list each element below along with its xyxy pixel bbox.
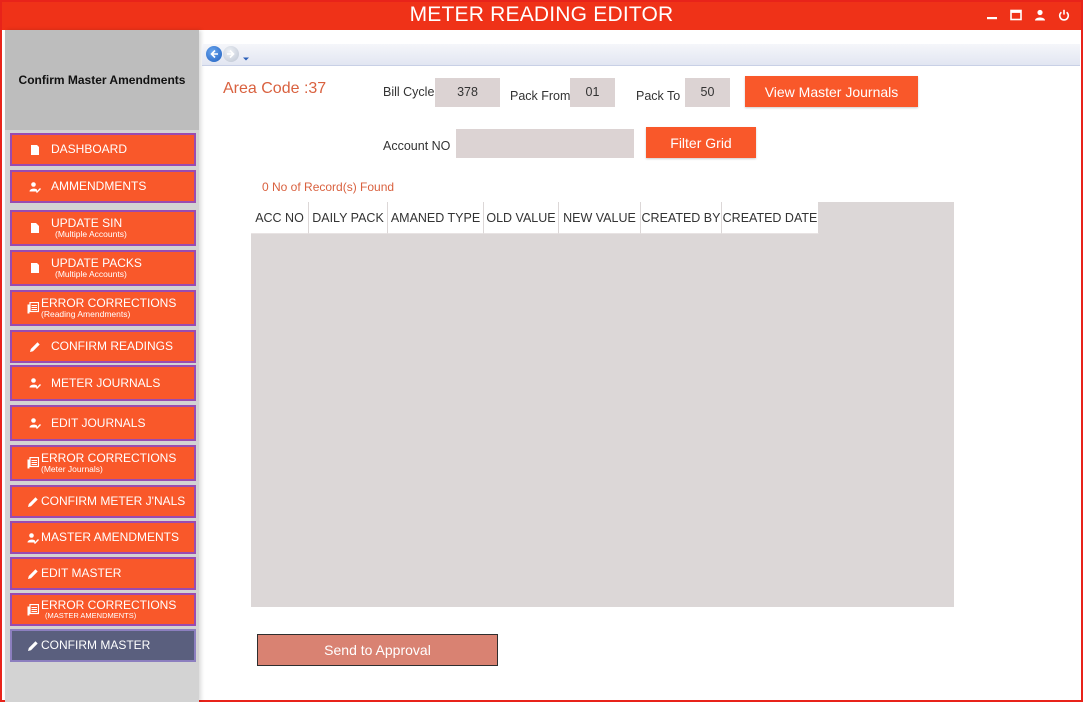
bill-cycle-label: Bill Cycle xyxy=(383,85,435,99)
sidebar-item-dashboard[interactable]: DASHBOARD xyxy=(10,133,196,166)
area-code-label: Area Code :37 xyxy=(223,80,327,97)
record-count: 0 No of Record(s) Found xyxy=(262,180,395,194)
maximize-icon[interactable] xyxy=(1009,8,1023,22)
history-dropdown[interactable] xyxy=(242,50,250,61)
sidebar-item-sublabel: (Multiple Accounts) xyxy=(55,268,127,279)
column-header-old-value[interactable]: OLD VALUE xyxy=(484,202,559,234)
sidebar-title: Confirm Master Amendments xyxy=(18,73,186,87)
column-header-created-date[interactable]: CREATED DATE xyxy=(722,202,819,234)
sidebar-item-update-sin[interactable]: UPDATE SIN (Multiple Accounts) xyxy=(10,210,196,246)
pencil-icon xyxy=(26,495,39,508)
sidebar-item-confirm-meter-journals[interactable]: CONFIRM METER J'NALS xyxy=(10,485,196,518)
file-icon xyxy=(28,222,41,235)
document-icon xyxy=(28,143,41,156)
pack-to-label: Pack To xyxy=(636,89,681,103)
sidebar-item-ammendments[interactable]: AMMENDMENTS xyxy=(10,170,196,203)
document-icon xyxy=(28,262,41,275)
forward-button[interactable] xyxy=(223,46,239,62)
minimize-icon[interactable] xyxy=(985,8,999,22)
sidebar-item-sublabel: (Multiple Accounts) xyxy=(55,228,127,239)
back-button[interactable] xyxy=(206,46,222,62)
sidebar-item-label: AMMENDMENTS xyxy=(51,179,147,194)
send-to-approval-button[interactable]: Send to Approval xyxy=(257,634,498,666)
column-header-amaned-type[interactable]: AMANED TYPE xyxy=(388,202,484,234)
arrow-right-icon xyxy=(227,49,235,59)
bill-cycle-field[interactable] xyxy=(435,78,500,107)
sidebar-item-meter-journals[interactable]: METER JOURNALS xyxy=(10,365,196,401)
sidebar-item-label: EDIT MASTER xyxy=(41,566,122,581)
view-master-journals-button[interactable]: View Master Journals xyxy=(745,76,918,107)
user-edit-icon xyxy=(28,377,41,390)
filter-grid-button[interactable]: Filter Grid xyxy=(646,127,756,158)
column-header-acc-no[interactable]: ACC NO xyxy=(251,202,309,234)
sidebar-item-confirm-readings[interactable]: CONFIRM READINGS xyxy=(10,330,196,363)
user-edit-icon xyxy=(28,180,41,193)
chevron-down-icon xyxy=(243,57,249,61)
sidebar: Confirm Master Amendments DASHBOARD AMME… xyxy=(5,30,199,702)
sidebar-item-label: CONFIRM READINGS xyxy=(51,339,174,354)
pack-from-label: Pack From xyxy=(510,89,571,103)
navigation-bar xyxy=(202,44,1080,66)
pack-from-field[interactable] xyxy=(570,78,615,107)
sidebar-item-label: ERROR CORRECTIONS xyxy=(41,296,177,311)
sidebar-header: Confirm Master Amendments xyxy=(5,30,199,130)
sidebar-item-error-corrections-journals[interactable]: ERROR CORRECTIONS (Meter Journals) xyxy=(10,445,196,481)
arrow-left-icon xyxy=(210,49,218,59)
sidebar-item-label: ERROR CORRECTIONS xyxy=(41,451,177,466)
account-no-field[interactable] xyxy=(456,129,634,158)
sidebar-item-confirm-master[interactable]: CONFIRM MASTER xyxy=(10,629,196,662)
power-icon[interactable] xyxy=(1057,8,1071,22)
user-edit-icon xyxy=(26,531,39,544)
user-edit-icon xyxy=(28,417,41,430)
account-no-label: Account NO xyxy=(383,139,451,153)
window-title: METER READING EDITOR xyxy=(409,3,674,26)
column-header-created-by[interactable]: CREATED BY xyxy=(641,202,722,234)
user-icon[interactable] xyxy=(1033,8,1047,22)
sidebar-item-update-packs[interactable]: UPDATE PACKS (Multiple Accounts) xyxy=(10,250,196,286)
sidebar-item-label: METER JOURNALS xyxy=(51,375,161,390)
main-content: Area Code :37 Bill Cycle Pack From Pack … xyxy=(202,42,1080,702)
sidebar-item-label: UPDATE SIN xyxy=(51,216,123,231)
sidebar-item-edit-master[interactable]: EDIT MASTER xyxy=(10,557,196,590)
sidebar-item-error-corrections-master[interactable]: ERROR CORRECTIONS (MASTER AMENDMENTS) xyxy=(10,593,196,626)
sidebar-item-edit-journals[interactable]: EDIT JOURNALS xyxy=(10,405,196,441)
sidebar-item-label: CONFIRM METER J'NALS xyxy=(41,494,186,509)
pack-to-field[interactable] xyxy=(685,78,730,107)
sidebar-item-label: EDIT JOURNALS xyxy=(51,415,146,430)
sidebar-item-label: UPDATE PACKS xyxy=(51,256,142,271)
sidebar-item-master-amendments[interactable]: MASTER AMENDMENTS xyxy=(10,521,196,554)
list-icon xyxy=(26,302,39,315)
sidebar-item-sublabel: (Reading Amendments) xyxy=(41,308,131,319)
window-controls xyxy=(985,8,1071,22)
sidebar-item-label: CONFIRM MASTER xyxy=(41,638,151,653)
title-bar: METER READING EDITOR xyxy=(2,2,1081,30)
sidebar-item-sublabel: (MASTER AMENDMENTS) xyxy=(45,610,137,620)
pencil-icon xyxy=(28,340,41,353)
pencil-icon xyxy=(26,567,39,580)
sidebar-item-label: ERROR CORRECTIONS xyxy=(41,598,177,613)
column-header-daily-pack[interactable]: DAILY PACK xyxy=(309,202,388,234)
sidebar-item-label: DASHBOARD xyxy=(51,142,128,157)
grid-header: ACC NO DAILY PACK AMANED TYPE OLD VALUE … xyxy=(251,202,954,234)
pencil-icon xyxy=(26,639,39,652)
sidebar-item-sublabel: (Meter Journals) xyxy=(41,463,103,474)
list-icon xyxy=(26,457,39,470)
column-header-new-value[interactable]: NEW VALUE xyxy=(559,202,641,234)
list-icon xyxy=(26,603,39,616)
app-window: METER READING EDITOR Confirm Master Amen… xyxy=(0,0,1083,702)
data-grid[interactable]: ACC NO DAILY PACK AMANED TYPE OLD VALUE … xyxy=(251,202,954,607)
sidebar-item-error-corrections-reading[interactable]: ERROR CORRECTIONS (Reading Amendments) xyxy=(10,290,196,326)
sidebar-item-label: MASTER AMENDMENTS xyxy=(41,530,180,545)
